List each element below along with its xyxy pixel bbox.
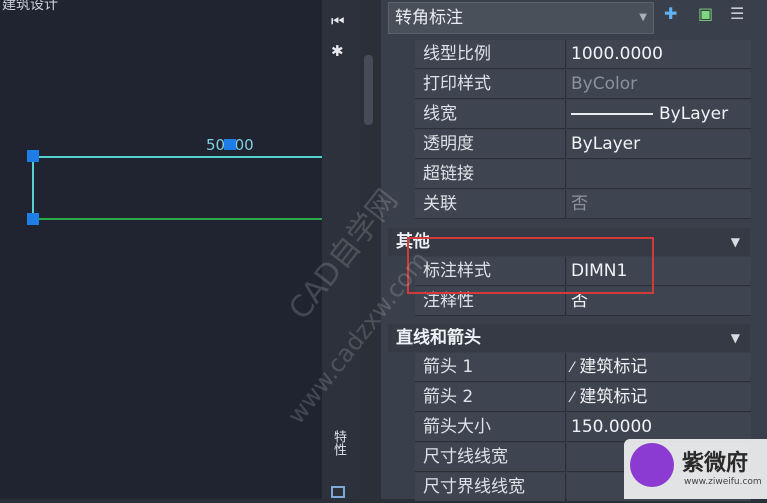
object-type-value: 转角标注 xyxy=(395,8,463,28)
prop-row-plot-style[interactable]: 打印样式 ByColor xyxy=(415,70,751,100)
arrow2-value: 建筑标记 xyxy=(579,387,648,407)
logo-name: 紫微府 xyxy=(682,451,749,476)
scrollbar[interactable] xyxy=(364,55,373,125)
select-objects-icon[interactable]: ▣ xyxy=(698,4,713,23)
grip-text[interactable] xyxy=(224,139,236,150)
prop-value[interactable]: ByLayer xyxy=(567,130,751,159)
logo-mark xyxy=(630,443,674,487)
prop-label: 线型比例 xyxy=(415,40,566,69)
section-lines-arrows[interactable]: 直线和箭头 ▼ xyxy=(388,324,750,352)
collapse-triangle-icon[interactable]: ▼ xyxy=(731,228,740,256)
prop-value[interactable]: 150.0000 xyxy=(567,413,751,442)
drawing-canvas[interactable]: 建筑设计 50000 xyxy=(0,0,322,499)
toggle-pickadd-icon[interactable]: ☰ xyxy=(730,4,744,23)
prop-row-hyperlink[interactable]: 超链接 xyxy=(415,160,751,190)
prop-row-arrow1[interactable]: 箭头 1 ⁄ 建筑标记 xyxy=(415,353,751,383)
grip-bottom[interactable] xyxy=(27,213,39,225)
dimension-line[interactable] xyxy=(33,156,322,158)
chevron-down-icon: ▼ xyxy=(639,12,647,23)
prop-value[interactable]: 1000.0000 xyxy=(567,40,751,69)
object-type-select[interactable]: 转角标注 ▼ xyxy=(388,2,654,34)
palette-toggle-icon[interactable] xyxy=(331,486,345,498)
prop-label: 尺寸界线线宽 xyxy=(415,473,566,502)
prop-value[interactable] xyxy=(567,160,751,189)
prop-label: 箭头大小 xyxy=(415,413,566,442)
prop-label: 线宽 xyxy=(415,100,566,129)
prop-value[interactable]: ⁄ 建筑标记 xyxy=(567,383,751,412)
prop-value[interactable]: ⁄ 建筑标记 xyxy=(567,353,751,382)
extension-line-bottom[interactable] xyxy=(33,218,322,220)
lineweight-swatch xyxy=(571,113,653,115)
lineweight-value: ByLayer xyxy=(659,104,729,124)
prop-label: 超链接 xyxy=(415,160,566,189)
quick-select-icon[interactable]: ✚ xyxy=(664,4,677,23)
settings-icon[interactable]: ✱ xyxy=(331,42,344,60)
prop-row-transparency[interactable]: 透明度 ByLayer xyxy=(415,130,751,160)
prop-value: ByColor xyxy=(567,70,751,99)
prop-value[interactable]: ByLayer xyxy=(567,100,751,129)
prop-label: 打印样式 xyxy=(415,70,566,99)
extension-line[interactable] xyxy=(32,156,34,220)
prop-label: 尺寸线线宽 xyxy=(415,443,566,472)
highlight-box xyxy=(407,237,654,294)
prop-label: 关联 xyxy=(415,190,566,219)
prop-label: 箭头 2 xyxy=(415,383,566,412)
prop-label: 箭头 1 xyxy=(415,353,566,382)
logo-url: www.ziweifu.com xyxy=(684,477,762,487)
tick-arrow-icon: ⁄ xyxy=(571,360,574,376)
section-title: 直线和箭头 xyxy=(396,328,481,348)
arrow1-value: 建筑标记 xyxy=(579,357,648,377)
prop-value: 否 xyxy=(567,190,751,219)
prop-row-arrow2[interactable]: 箭头 2 ⁄ 建筑标记 xyxy=(415,383,751,413)
properties-tab[interactable]: 特性 xyxy=(329,430,348,456)
prop-label: 透明度 xyxy=(415,130,566,159)
grip-top[interactable] xyxy=(27,150,39,162)
prop-row-lineweight[interactable]: 线宽 ByLayer xyxy=(415,100,751,130)
tick-arrow-icon: ⁄ xyxy=(571,390,574,406)
prop-row-linetype-scale[interactable]: 线型比例 1000.0000 xyxy=(415,40,751,70)
canvas-title: 建筑设计 xyxy=(2,0,58,13)
prop-row-associative[interactable]: 关联 否 xyxy=(415,190,751,220)
site-logo: 紫微府 www.ziweifu.com xyxy=(624,439,767,499)
collapse-triangle-icon[interactable]: ▼ xyxy=(731,324,740,352)
collapse-icon[interactable]: ⏮ xyxy=(331,12,345,30)
